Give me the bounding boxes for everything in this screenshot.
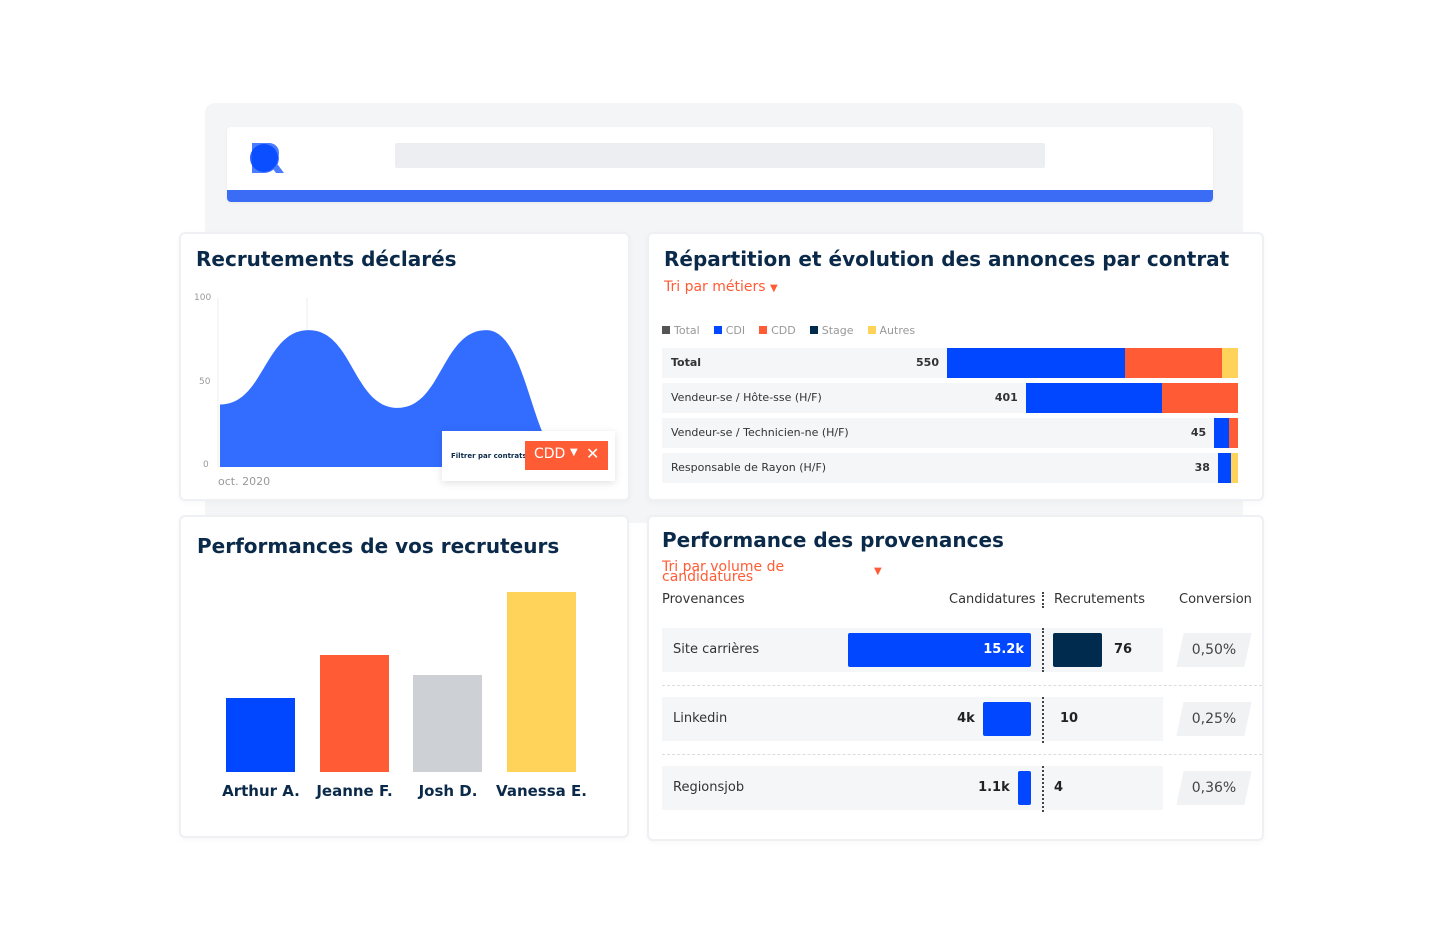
legend-item[interactable]: CDI: [713, 324, 746, 337]
legend-item[interactable]: Autres: [867, 324, 916, 337]
legend-item[interactable]: CDD: [759, 324, 796, 337]
bar-segment-cdi: [1025, 383, 1163, 413]
bar-segment-cdd: [1124, 348, 1223, 378]
legend-swatch-icon: [809, 326, 818, 334]
sort-dropdown[interactable]: Tri par métiers ▼: [664, 279, 778, 295]
divider: [1042, 628, 1044, 672]
col-header-candidatures: Candidatures: [949, 592, 1036, 607]
divider: [1042, 766, 1044, 812]
card-title: Performances de vos recruteurs: [197, 534, 560, 558]
candidatures-bar: [1017, 771, 1031, 805]
caret-down-icon[interactable]: ▼: [874, 566, 882, 577]
divider: [1042, 697, 1044, 743]
filter-label: Filtrer par contrats: [451, 452, 527, 460]
divider: [1042, 592, 1044, 608]
search-bar[interactable]: [395, 143, 1045, 168]
y-tick: 0: [203, 460, 209, 470]
filter-popover: Filtrer par contrats CDD ▼ ✕: [442, 431, 615, 481]
legend-swatch-icon: [867, 326, 876, 334]
bar-segment-cdd: [1229, 418, 1238, 448]
row-label: Vendeur-se / Hôte-sse (H/F): [671, 391, 822, 404]
recrutements-value: 10: [1060, 711, 1079, 726]
row-label: Vendeur-se / Technicien-ne (H/F): [671, 426, 849, 439]
logo-icon: [250, 143, 284, 173]
recrutements-value: 76: [1114, 642, 1133, 657]
contract-row[interactable]: Vendeur-se / Hôte-sse (H/F) 401: [662, 383, 1238, 413]
header-strip: [227, 190, 1213, 202]
row-separator: [662, 685, 1262, 686]
row-total: 38: [1194, 461, 1210, 474]
row-separator: [662, 754, 1262, 755]
card-title: Répartition et évolution des annonces pa…: [664, 247, 1230, 271]
contract-row[interactable]: Vendeur-se / Technicien-ne (H/F) 45: [662, 418, 1238, 448]
recrutements-value: 4: [1054, 780, 1064, 795]
recruiter-bar[interactable]: [226, 698, 295, 772]
conversion-value: 0,36%: [1191, 780, 1237, 796]
recruiter-bar[interactable]: [506, 592, 576, 772]
bar-segment-cdi: [1217, 453, 1232, 483]
candidatures-value: 1.1k: [978, 780, 1010, 795]
row-total: 45: [1190, 426, 1207, 439]
recruiter-bar[interactable]: [413, 674, 482, 772]
row-label: Responsable de Rayon (H/F): [671, 461, 827, 474]
caret-down-icon: ▼: [770, 283, 778, 294]
provenance-row[interactable]: Linkedin 4k 10: [662, 697, 1163, 741]
legend-label: CDI: [725, 324, 746, 337]
y-tick: 100: [194, 293, 212, 303]
contract-row[interactable]: Responsable de Rayon (H/F) 38: [662, 453, 1238, 483]
candidatures-bar: [982, 702, 1031, 736]
legend-label: CDD: [771, 324, 796, 337]
source-label: Regionsjob: [673, 780, 745, 795]
col-header-source: Provenances: [662, 592, 745, 607]
provenance-row[interactable]: Regionsjob 1.1k 4: [662, 766, 1163, 810]
recruiter-name: Vanessa E.: [496, 782, 587, 800]
col-header-recrutements: Recrutements: [1054, 592, 1146, 607]
card-title: Performance des provenances: [662, 528, 1004, 552]
row-total: 401: [994, 391, 1018, 404]
source-label: Site carrières: [673, 642, 760, 657]
y-tick: 50: [199, 377, 211, 387]
conversion-badge: 0,50%: [1176, 633, 1252, 667]
conversion-value: 0,25%: [1191, 711, 1237, 727]
card-title: Recrutements déclarés: [196, 247, 457, 271]
contract-row[interactable]: Total 550: [662, 348, 1238, 378]
col-header-conversion: Conversion: [1179, 592, 1252, 607]
provenance-row[interactable]: Site carrières 15.2k 76: [662, 628, 1163, 672]
legend-item[interactable]: Stage: [809, 324, 854, 337]
legend-label: Stage: [821, 324, 854, 337]
legend-label: Total: [674, 324, 700, 337]
app-header: [227, 127, 1213, 202]
source-label: Linkedin: [673, 711, 728, 726]
recruiter-bar[interactable]: [319, 655, 389, 772]
bar-segment-autres: [1222, 348, 1238, 378]
recrutements-bar: [1053, 633, 1102, 667]
candidatures-value: 15.2k: [983, 642, 1024, 657]
filter-select[interactable]: CDD ▼ ✕: [525, 441, 608, 470]
legend: Total CDI CDD Stage Autres: [662, 324, 915, 337]
conversion-badge: 0,25%: [1176, 702, 1252, 736]
filter-value: CDD: [534, 446, 566, 462]
sort-dropdown[interactable]: Tri par volume de candidatures: [662, 559, 787, 585]
bar-segment-cdd: [1162, 383, 1238, 413]
legend-item[interactable]: Total: [662, 324, 700, 337]
bar-segment-cdi: [947, 348, 1125, 378]
bar-segment-cdi: [1214, 418, 1229, 448]
close-icon[interactable]: ✕: [586, 444, 599, 463]
conversion-value: 0,50%: [1191, 642, 1237, 658]
legend-label: Autres: [879, 324, 916, 337]
row-label: Total: [671, 356, 702, 369]
bar-segment-autres: [1231, 453, 1238, 483]
conversion-badge: 0,36%: [1176, 771, 1252, 805]
legend-swatch-icon: [713, 326, 722, 334]
legend-swatch-icon: [662, 326, 670, 334]
x-tick: oct. 2020: [218, 475, 271, 488]
legend-swatch-icon: [759, 326, 768, 334]
chevron-down-icon: ▼: [570, 447, 578, 458]
candidatures-value: 4k: [957, 711, 975, 726]
sort-label: Tri par volume de candidatures: [662, 559, 785, 585]
row-total: 550: [916, 356, 939, 369]
sort-label: Tri par métiers: [664, 279, 766, 295]
